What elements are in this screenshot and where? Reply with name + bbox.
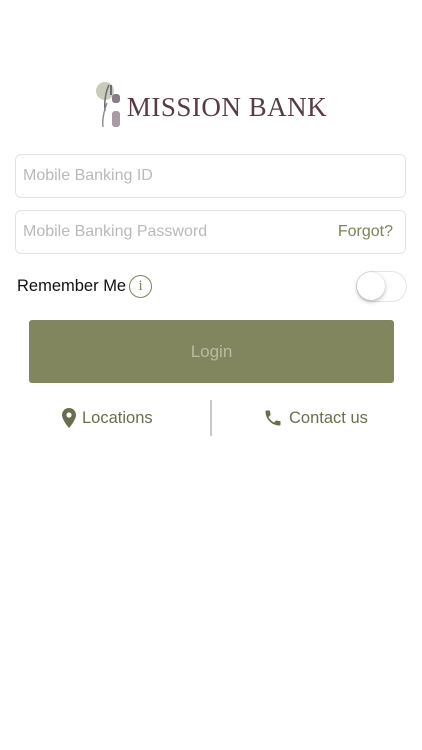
bell-tower-logo-icon [95, 82, 120, 128]
bank-name: MISSION BANK [126, 91, 328, 122]
remember-me-toggle[interactable] [356, 270, 407, 302]
info-icon[interactable]: i [129, 274, 153, 298]
bottom-links: Locations Contact us [0, 400, 422, 436]
forgot-password-link[interactable]: Forgot? [338, 223, 393, 241]
locations-label: Locations [82, 408, 153, 427]
mobile-banking-id-input[interactable] [23, 167, 393, 185]
links-divider [210, 400, 212, 436]
toggle-knob [357, 271, 385, 300]
mobile-banking-password-input[interactable] [23, 223, 338, 241]
map-pin-icon [62, 408, 76, 428]
mobile-banking-password-field[interactable]: Forgot? [15, 210, 406, 254]
locations-link[interactable]: Locations [62, 400, 153, 436]
remember-me-row: Remember Me i [17, 270, 407, 302]
login-screen: MISSION BANK Forgot? Remember Me i Login… [0, 0, 422, 750]
bank-logo: MISSION BANK [0, 80, 422, 130]
contact-us-label: Contact us [289, 408, 368, 427]
contact-us-link[interactable]: Contact us [263, 400, 368, 436]
mobile-banking-id-field[interactable] [15, 154, 406, 198]
remember-me-label: Remember Me [17, 276, 127, 295]
phone-icon [265, 410, 281, 426]
login-button[interactable]: Login [29, 320, 394, 383]
